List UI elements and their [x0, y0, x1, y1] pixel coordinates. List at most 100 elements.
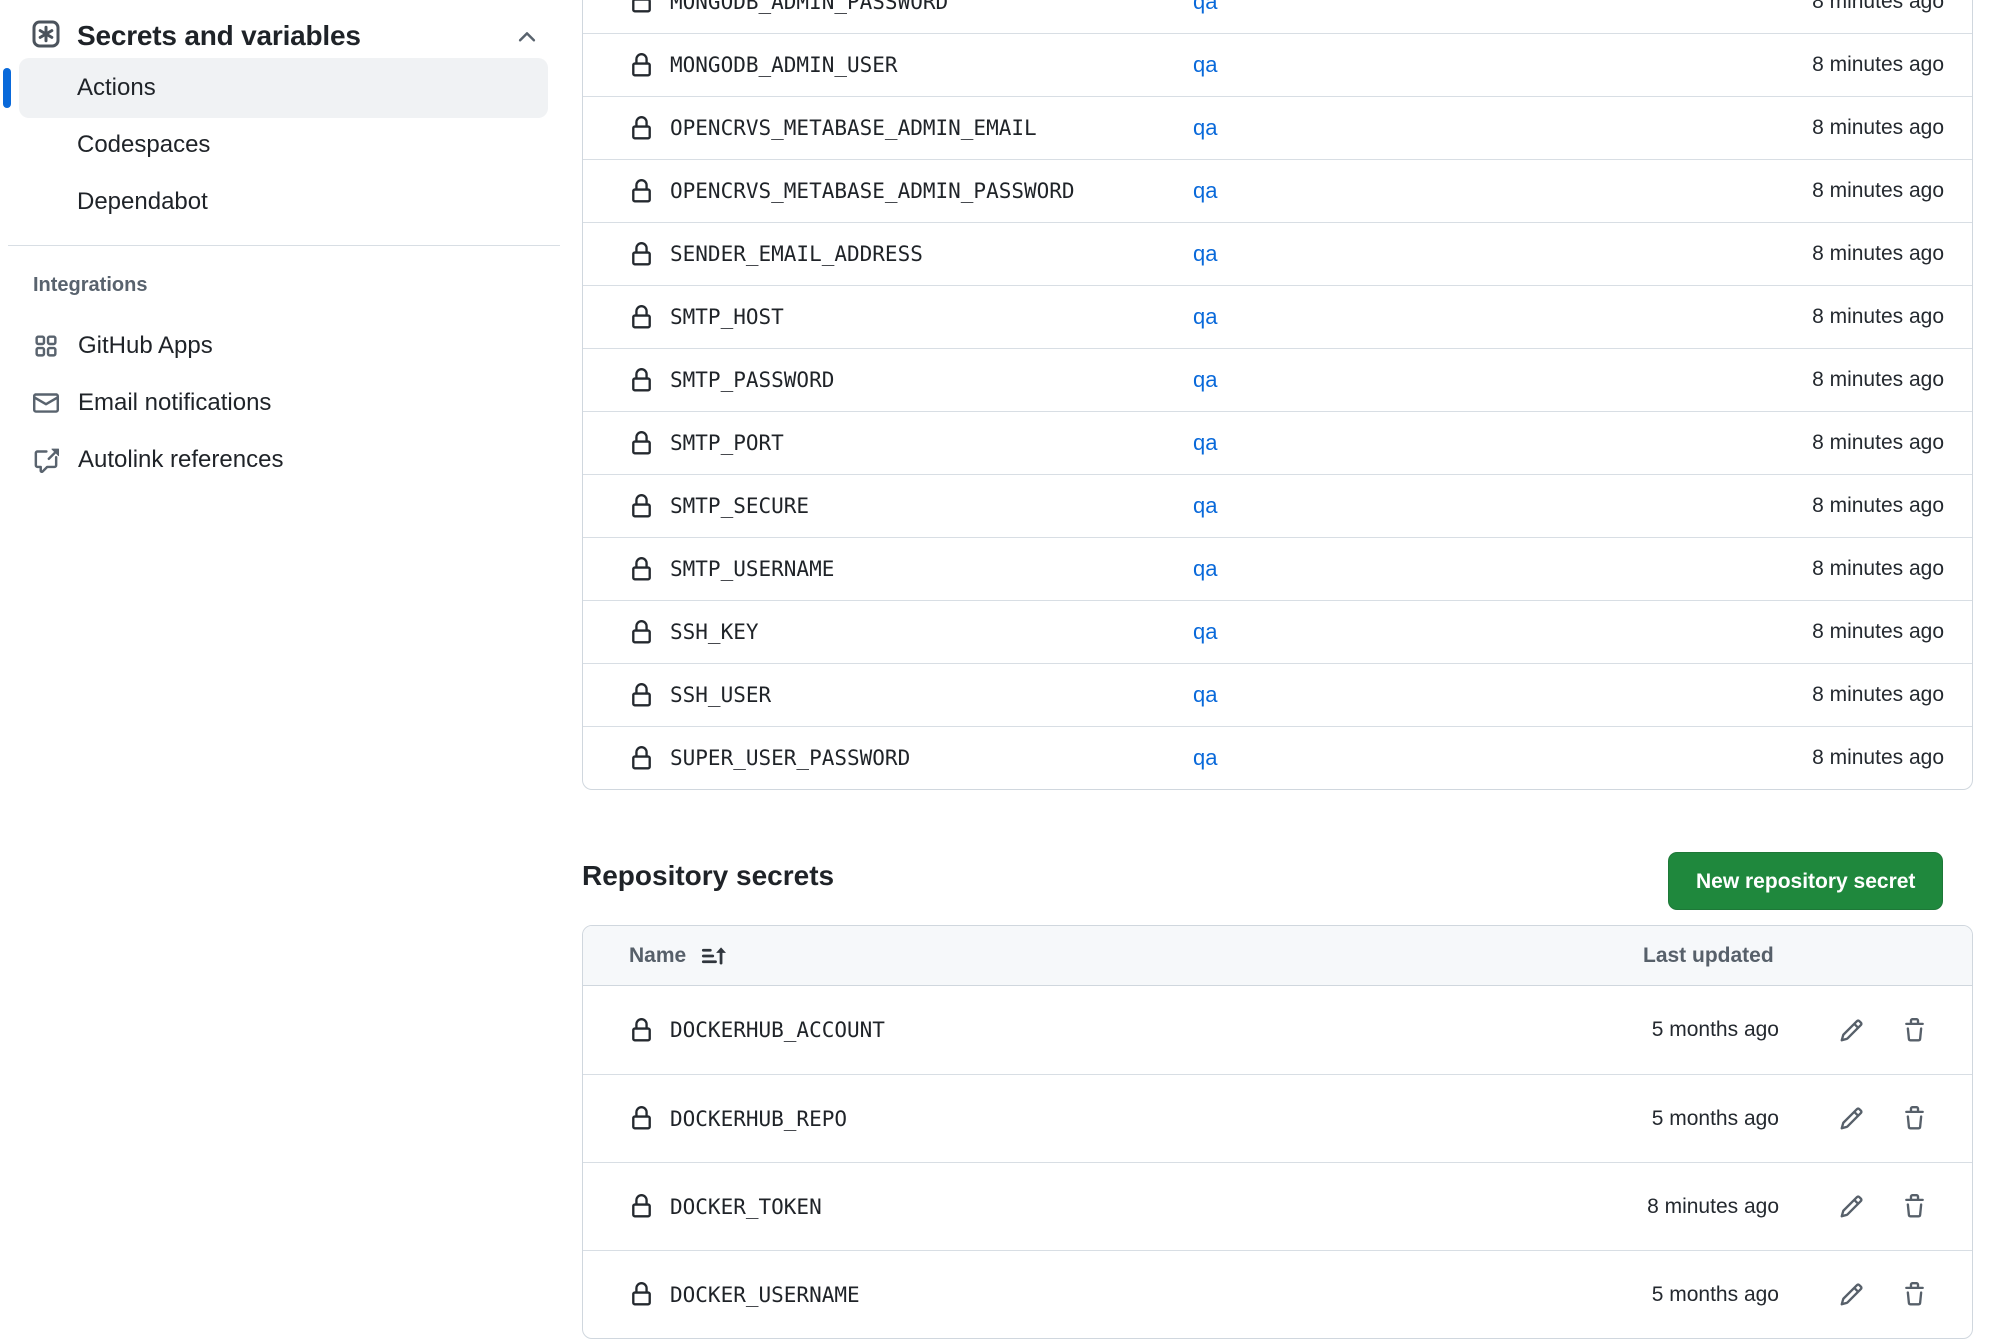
environment-link[interactable]: qa [1193, 241, 1217, 267]
environment-link[interactable]: qa [1193, 115, 1217, 141]
lock-icon [629, 1106, 654, 1131]
secret-name-cell: SSH_KEY [629, 620, 1193, 645]
environment-secret-row: SUPER_USER_PASSWORD qa 8 minutes ago [583, 726, 1972, 789]
repository-secrets-heading: Repository secrets [582, 860, 834, 892]
environment-link[interactable]: qa [1193, 52, 1217, 78]
edit-secret-button[interactable] [1831, 1099, 1871, 1139]
repository-secret-row: DOCKER_TOKEN 8 minutes ago [583, 1162, 1972, 1250]
secrets-and-variables-icon [31, 19, 61, 49]
environment-link[interactable]: qa [1193, 682, 1217, 708]
cross-reference-icon [33, 447, 59, 473]
secret-updated: 5 months ago [1652, 1251, 1779, 1338]
new-repository-secret-button[interactable]: New repository secret [1668, 852, 1943, 910]
edit-secret-button[interactable] [1831, 1010, 1871, 1050]
environment-secret-row: SSH_KEY qa 8 minutes ago [583, 600, 1972, 663]
secret-name: SMTP_HOST [670, 305, 784, 329]
lock-icon [629, 179, 654, 204]
lock-icon [629, 305, 654, 330]
secret-updated: 5 months ago [1652, 986, 1779, 1074]
secret-name-cell: SMTP_USERNAME [629, 557, 1193, 582]
environment-secret-row: OPENCRVS_METABASE_ADMIN_PASSWORD qa 8 mi… [583, 159, 1972, 222]
secret-updated: 8 minutes ago [1812, 620, 1944, 644]
repository-secret-row: DOCKERHUB_ACCOUNT 5 months ago [583, 986, 1972, 1074]
secret-name: SENDER_EMAIL_ADDRESS [670, 242, 923, 266]
secret-updated: 8 minutes ago [1812, 116, 1944, 140]
secret-name-cell: SUPER_USER_PASSWORD [629, 746, 1193, 771]
environment-secret-row: SSH_USER qa 8 minutes ago [583, 663, 1972, 726]
trash-icon [1902, 1194, 1927, 1219]
sidebar-item-email-notifications[interactable]: Email notifications [10, 374, 550, 432]
edit-secret-button[interactable] [1831, 1275, 1871, 1315]
lock-icon [629, 368, 654, 393]
environment-secret-row: SMTP_USERNAME qa 8 minutes ago [583, 537, 1972, 600]
environment-link[interactable]: qa [1193, 430, 1217, 456]
environment-link[interactable]: qa [1193, 304, 1217, 330]
environment-link[interactable]: qa [1193, 0, 1217, 15]
sidebar-item-dependabot[interactable]: Dependabot [19, 172, 548, 232]
secret-name-cell: DOCKER_TOKEN [629, 1194, 1193, 1219]
chevron-up-icon[interactable] [514, 24, 540, 50]
secret-updated: 8 minutes ago [1812, 305, 1944, 329]
last-updated-column-header: Last updated [1643, 926, 1774, 986]
sidebar-item-label: Email notifications [78, 389, 271, 417]
repository-secret-row: DOCKERHUB_REPO 5 months ago [583, 1074, 1972, 1162]
environment-link[interactable]: qa [1193, 493, 1217, 519]
secret-name-cell: DOCKER_USERNAME [629, 1282, 1193, 1307]
pencil-icon [1839, 1282, 1864, 1307]
environment-secret-row: OPENCRVS_METABASE_ADMIN_EMAIL qa 8 minut… [583, 96, 1972, 159]
environment-link[interactable]: qa [1193, 178, 1217, 204]
environment-secret-row: SMTP_PASSWORD qa 8 minutes ago [583, 348, 1972, 411]
secret-name-cell: DOCKERHUB_REPO [629, 1106, 1193, 1131]
secret-name-cell: SENDER_EMAIL_ADDRESS [629, 242, 1193, 267]
delete-secret-button[interactable] [1894, 1099, 1934, 1139]
environment-secret-row: MONGODB_ADMIN_USER qa 8 minutes ago [583, 33, 1972, 96]
sidebar-item-label: Actions [77, 74, 156, 102]
delete-secret-button[interactable] [1894, 1187, 1934, 1227]
secret-updated: 8 minutes ago [1812, 179, 1944, 203]
environment-secret-row: SMTP_HOST qa 8 minutes ago [583, 285, 1972, 348]
secret-updated: 8 minutes ago [1812, 557, 1944, 581]
secret-name-cell: SMTP_HOST [629, 305, 1193, 330]
secret-name-cell: SMTP_SECURE [629, 494, 1193, 519]
trash-icon [1902, 1018, 1927, 1043]
secret-name: DOCKER_TOKEN [670, 1195, 822, 1219]
secret-name-cell: SMTP_PORT [629, 431, 1193, 456]
secret-name: SMTP_PORT [670, 431, 784, 455]
sidebar-item-autolink-references[interactable]: Autolink references [10, 431, 550, 489]
secret-name: DOCKER_USERNAME [670, 1283, 860, 1307]
secret-name-cell: OPENCRVS_METABASE_ADMIN_PASSWORD [629, 179, 1193, 204]
environment-link[interactable]: qa [1193, 619, 1217, 645]
environment-link[interactable]: qa [1193, 745, 1217, 771]
secret-updated: 8 minutes ago [1812, 683, 1944, 707]
sidebar-item-actions[interactable]: Actions [19, 58, 548, 118]
environment-secrets-table: MONGODB_ADMIN_PASSWORD qa 8 minutes ago … [582, 0, 1973, 790]
secret-name: MONGODB_ADMIN_PASSWORD [670, 0, 948, 14]
environment-secret-row: SMTP_SECURE qa 8 minutes ago [583, 474, 1972, 537]
lock-icon [629, 494, 654, 519]
secret-name: OPENCRVS_METABASE_ADMIN_EMAIL [670, 116, 1037, 140]
delete-secret-button[interactable] [1894, 1275, 1934, 1315]
environment-link[interactable]: qa [1193, 367, 1217, 393]
secret-updated: 8 minutes ago [1812, 368, 1944, 392]
sidebar-item-label: Dependabot [77, 188, 208, 216]
secret-name: OPENCRVS_METABASE_ADMIN_PASSWORD [670, 179, 1075, 203]
secret-name-cell: SMTP_PASSWORD [629, 368, 1193, 393]
pencil-icon [1839, 1018, 1864, 1043]
secret-name: DOCKERHUB_REPO [670, 1107, 847, 1131]
sidebar-item-github-apps[interactable]: GitHub Apps [10, 317, 550, 375]
edit-secret-button[interactable] [1831, 1187, 1871, 1227]
name-column-header[interactable]: Name [629, 944, 686, 968]
environment-secret-row: MONGODB_ADMIN_PASSWORD qa 8 minutes ago [583, 0, 1972, 33]
repository-secrets-table: Name Last updated DOCKERHUB_ACCOUNT 5 mo… [582, 925, 1973, 1339]
delete-secret-button[interactable] [1894, 1010, 1934, 1050]
secret-updated: 8 minutes ago [1812, 242, 1944, 266]
lock-icon [629, 557, 654, 582]
sort-ascending-icon[interactable] [700, 943, 726, 969]
secret-name-cell: MONGODB_ADMIN_PASSWORD [629, 0, 1193, 14]
sidebar-item-label: Autolink references [78, 446, 283, 474]
environment-link[interactable]: qa [1193, 556, 1217, 582]
trash-icon [1902, 1282, 1927, 1307]
sidebar-item-codespaces[interactable]: Codespaces [19, 115, 548, 175]
lock-icon [629, 0, 654, 14]
secret-updated: 8 minutes ago [1812, 494, 1944, 518]
